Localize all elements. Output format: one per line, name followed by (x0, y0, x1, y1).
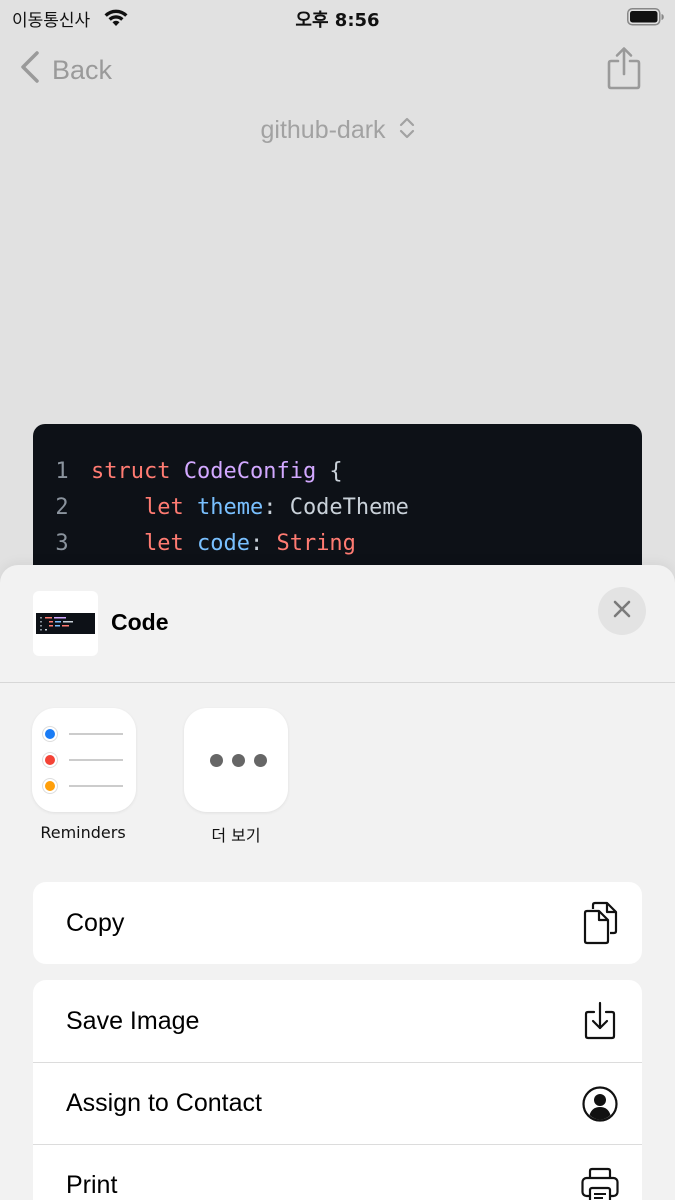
reminder-dot-blue (43, 727, 57, 741)
code-type-name: CodeConfig (183, 459, 317, 484)
line-number: 1 (55, 459, 69, 484)
code-line: 3 let code: String (33, 526, 642, 562)
code-line: 2 let theme: CodeTheme (33, 490, 642, 526)
reminder-line (69, 733, 123, 735)
contact-icon (580, 1082, 620, 1126)
reminder-item (43, 753, 123, 767)
assign-contact-label: Assign to Contact (66, 1089, 262, 1117)
reminder-dot-red (43, 753, 57, 767)
print-action[interactable]: Print (33, 1144, 642, 1200)
code-line: 1 struct CodeConfig { (33, 454, 642, 490)
more-apps-label: 더 보기 (211, 826, 261, 845)
battery-icon (627, 8, 665, 26)
reminder-item (43, 727, 123, 741)
code-property: code (196, 531, 250, 556)
preview-code-image (36, 613, 95, 634)
status-bar: 이동통신사 오후 8:56 (0, 0, 675, 34)
code-keyword: let (91, 495, 184, 520)
save-image-label: Save Image (66, 1006, 200, 1035)
code-punct: : (249, 531, 277, 556)
reminder-line (69, 785, 123, 787)
print-label: Print (66, 1171, 118, 1199)
code-keyword: struct (91, 459, 171, 484)
close-icon (612, 599, 632, 624)
preview-thumbnail (33, 591, 98, 656)
close-button[interactable] (598, 587, 646, 635)
copy-label: Copy (66, 908, 125, 937)
line-number: 2 (55, 495, 69, 520)
chevron-up-down-icon (399, 117, 415, 146)
save-icon (580, 999, 620, 1043)
back-label: Back (52, 55, 113, 85)
assign-contact-action[interactable]: Assign to Contact (33, 1062, 642, 1144)
code-property: theme (196, 495, 264, 520)
code-keyword: let (91, 531, 184, 556)
back-button[interactable]: Back (20, 50, 112, 91)
code-type-annotation: : CodeTheme (263, 495, 409, 520)
share-button[interactable] (607, 46, 641, 95)
printer-icon (580, 1164, 620, 1200)
reminder-item (43, 779, 123, 793)
actions-group: Save Image Assign to Contact Print (33, 980, 642, 1200)
theme-label: github-dark (260, 116, 386, 144)
copy-action[interactable]: Copy (33, 882, 642, 964)
copy-icon (580, 901, 620, 945)
more-apps-button[interactable] (184, 708, 288, 812)
reminder-dot-orange (43, 779, 57, 793)
status-time: 오후 8:56 (295, 10, 380, 31)
share-sheet: Code Reminders 더 보기 Copy Save Image Assi… (0, 565, 675, 1200)
reminder-line (69, 759, 123, 761)
code-punct: { (316, 459, 343, 484)
copy-action-group: Copy (33, 882, 642, 964)
code-type-string: String (276, 531, 356, 556)
reminders-app-label: Reminders (40, 823, 126, 842)
share-icon (607, 47, 641, 94)
chevron-left-icon (20, 50, 40, 91)
share-sheet-header: Code (0, 565, 675, 683)
line-number: 3 (55, 531, 69, 556)
save-image-action[interactable]: Save Image (33, 980, 642, 1062)
share-sheet-title: Code (111, 609, 169, 635)
more-icon (210, 754, 267, 767)
theme-picker[interactable]: github-dark (0, 116, 675, 146)
reminders-app-button[interactable] (32, 708, 136, 812)
